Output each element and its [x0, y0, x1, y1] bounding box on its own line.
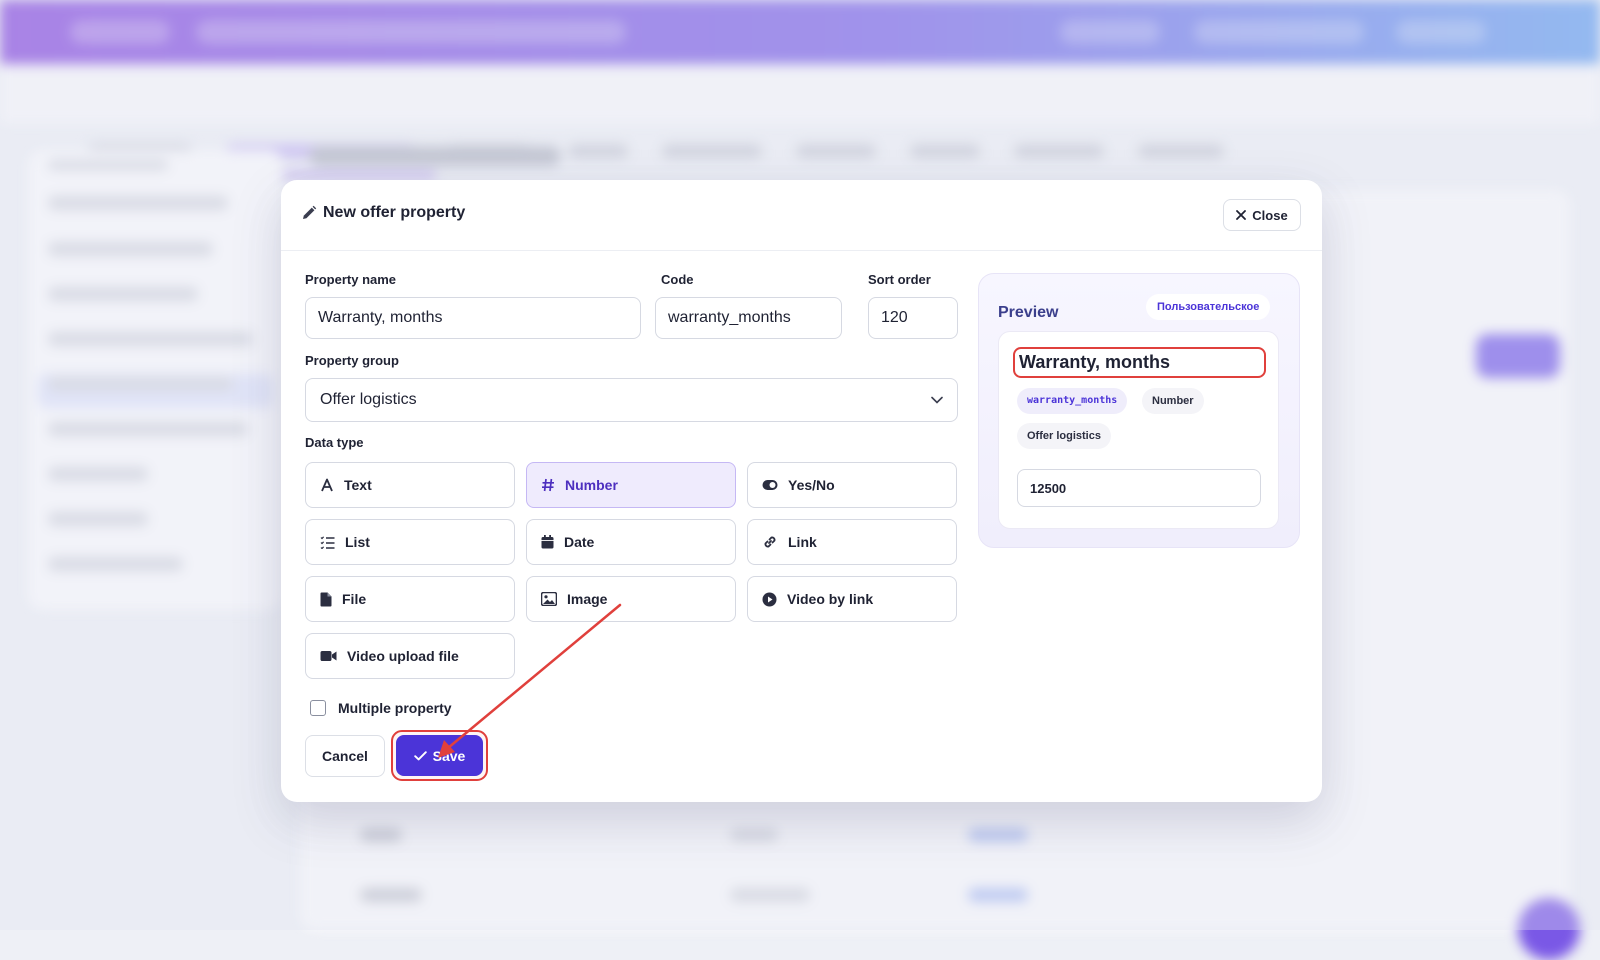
close-button[interactable]: Close: [1223, 199, 1301, 231]
preview-badge: Пользовательское: [1146, 294, 1271, 320]
play-icon: [762, 592, 777, 606]
data-type-file-label: File: [342, 591, 367, 607]
preview-value-input[interactable]: [1017, 469, 1261, 507]
sort-order-label: Sort order: [868, 272, 931, 287]
data-type-image[interactable]: Image: [526, 576, 736, 622]
modal-header: New offer property Close: [281, 180, 1322, 251]
new-offer-property-modal: New offer property Close Property name C…: [281, 180, 1322, 802]
property-name-label: Property name: [305, 272, 397, 287]
data-type-video-by-link-label: Video by link: [787, 591, 874, 607]
data-type-number-label: Number: [565, 477, 618, 493]
property-group-select[interactable]: Offer logistics: [305, 378, 958, 422]
property-group-value: Offer logistics: [320, 391, 417, 408]
data-type-list[interactable]: List: [305, 519, 515, 565]
modal-title: New offer property: [301, 204, 465, 222]
data-type-link-label: Link: [788, 534, 817, 550]
text-icon: [321, 478, 333, 492]
data-type-date[interactable]: Date: [526, 519, 736, 565]
property-name-input[interactable]: [305, 297, 641, 339]
data-type-link[interactable]: Link: [747, 519, 957, 565]
modal-title-text: New offer property: [323, 204, 466, 221]
image-icon: [541, 592, 557, 606]
sort-order-input[interactable]: [868, 297, 958, 339]
data-type-yes-no-label: Yes/No: [788, 477, 835, 493]
data-type-video-upload-file-label: Video upload file: [347, 648, 459, 664]
check-icon: [413, 750, 427, 760]
hash-icon: [542, 478, 554, 492]
data-type-file[interactable]: File: [305, 576, 515, 622]
data-type-video-upload-file[interactable]: Video upload file: [305, 633, 515, 679]
data-type-text[interactable]: Text: [305, 462, 515, 508]
data-type-date-label: Date: [564, 534, 595, 550]
property-group-label: Property group: [305, 353, 399, 368]
close-icon: [1236, 210, 1247, 220]
code-label: Code: [661, 272, 694, 287]
data-type-yes-no[interactable]: Yes/No: [747, 462, 957, 508]
data-type-list-label: List: [345, 534, 370, 550]
preview-type-chip: Number: [1142, 388, 1204, 414]
multiple-property-checkbox[interactable]: [310, 700, 326, 716]
data-type-image-label: Image: [567, 591, 608, 607]
preview-group-chip: Offer logistics: [1017, 423, 1111, 449]
chevron-down-icon: [931, 396, 943, 404]
toggle-icon: [762, 480, 778, 490]
preview-title: Preview: [998, 304, 1059, 321]
link-icon: [764, 536, 776, 548]
file-icon: [320, 592, 332, 606]
preview-code-chip: warranty_months: [1017, 388, 1128, 414]
cancel-button[interactable]: Cancel: [305, 735, 385, 777]
data-type-label: Data type: [305, 435, 364, 450]
data-type-number[interactable]: Number: [526, 462, 736, 508]
video-camera-icon: [320, 651, 337, 661]
data-type-text-label: Text: [344, 477, 372, 493]
close-button-label: Close: [1252, 207, 1288, 223]
preview-panel: Preview Пользовательское Warranty, month…: [978, 273, 1300, 548]
multiple-property-label: Multiple property: [338, 700, 452, 716]
pencil-icon: [303, 205, 317, 219]
code-input[interactable]: [655, 297, 842, 339]
list-icon: [320, 535, 335, 549]
preview-card: Warranty, months warranty_months Number …: [998, 331, 1279, 529]
data-type-video-by-link[interactable]: Video by link: [747, 576, 957, 622]
preview-property-name: Warranty, months: [1019, 352, 1171, 372]
calendar-icon: [541, 535, 554, 549]
save-button-label: Save: [432, 747, 466, 764]
save-button[interactable]: Save: [396, 735, 483, 776]
